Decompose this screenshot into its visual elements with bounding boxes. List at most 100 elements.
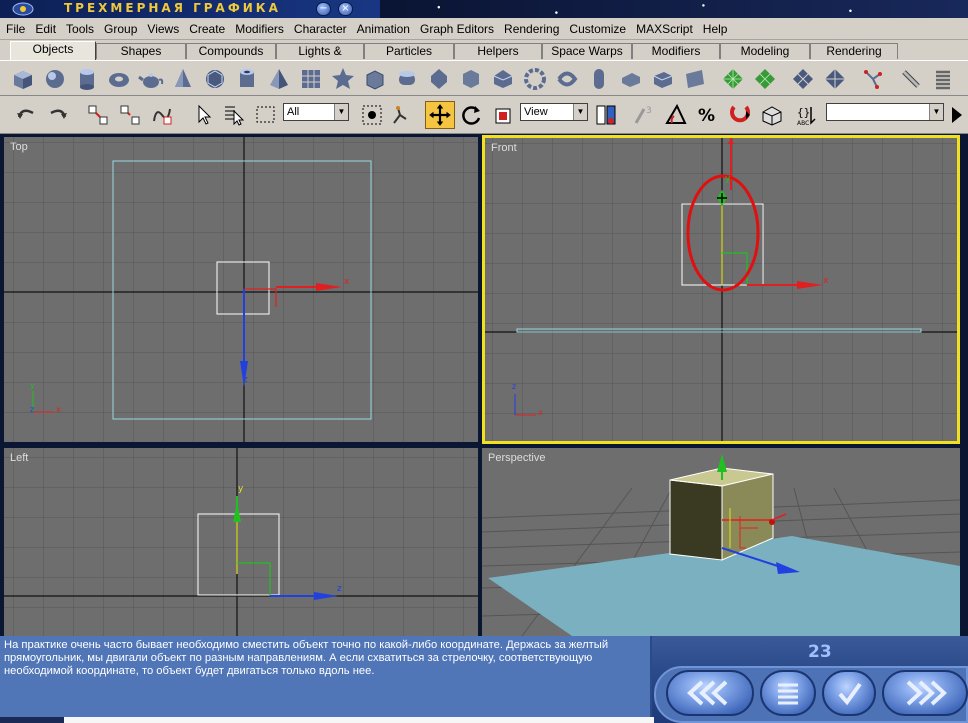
tab-space-warps[interactable]: Space Warps <box>542 43 632 59</box>
patch2-icon[interactable] <box>822 66 848 92</box>
tab-shapes[interactable]: Shapes <box>96 43 186 59</box>
mirror-icon[interactable]: {}ABC <box>796 103 820 127</box>
chevron-down-icon: ▼ <box>573 104 587 120</box>
select-scale-icon[interactable] <box>492 103 516 127</box>
angle-snap-icon[interactable] <box>664 103 688 127</box>
back-button[interactable] <box>666 670 754 716</box>
menu-customize[interactable]: Customize <box>569 22 626 36</box>
tab-modeling[interactable]: Modeling <box>720 43 810 59</box>
cylinder-icon[interactable] <box>74 66 100 92</box>
menu-group[interactable]: Group <box>104 22 137 36</box>
named-sel-icon[interactable] <box>760 103 784 127</box>
grid2-icon[interactable] <box>752 66 778 92</box>
contents-button[interactable] <box>760 670 816 716</box>
bind-icon[interactable] <box>150 103 174 127</box>
tab-rendering[interactable]: Rendering <box>810 43 898 59</box>
geosphere-icon[interactable] <box>202 66 228 92</box>
l-ext-icon[interactable] <box>650 66 676 92</box>
pencil-icon[interactable] <box>898 66 924 92</box>
reference-coord-dropdown[interactable]: View ▼ <box>520 103 588 121</box>
menu-edit[interactable]: Edit <box>35 22 56 36</box>
viewport-front[interactable]: Front x y x z <box>482 135 960 444</box>
viewport-left-canvas <box>4 448 478 636</box>
select-and-move-button[interactable] <box>425 101 455 129</box>
tab-compounds[interactable]: Compounds <box>186 43 276 59</box>
spring-icon[interactable] <box>930 66 956 92</box>
tab-lights-cameras[interactable]: Lights & Cameras <box>276 43 364 72</box>
viewport-label[interactable]: Left <box>10 452 28 464</box>
patch-icon[interactable] <box>790 66 816 92</box>
percent-snap-icon[interactable]: % <box>696 103 720 127</box>
hose-icon[interactable] <box>586 66 612 92</box>
torusknot-icon[interactable] <box>522 66 548 92</box>
torus-icon[interactable] <box>106 66 132 92</box>
menu-rendering[interactable]: Rendering <box>504 22 559 36</box>
snap-icon[interactable]: 3 <box>632 103 656 127</box>
pyramid-icon[interactable] <box>266 66 292 92</box>
move-arrows-icon <box>429 104 451 126</box>
check-button[interactable] <box>822 670 876 716</box>
spinner-snap-icon[interactable] <box>728 103 752 127</box>
select-icon[interactable] <box>192 103 216 127</box>
grid-icon[interactable] <box>720 66 746 92</box>
viewport-top[interactable]: Top x z x y z <box>4 137 478 442</box>
tab-helpers[interactable]: Helpers <box>454 43 542 59</box>
tab-objects[interactable]: Objects <box>10 41 96 60</box>
viewport-label[interactable]: Front <box>491 142 517 154</box>
close-button[interactable]: × <box>338 2 353 16</box>
selection-filter-value: All <box>287 106 300 118</box>
menu-modifiers[interactable]: Modifiers <box>235 22 284 36</box>
capsule-icon[interactable] <box>618 66 644 92</box>
selection-filter-dropdown[interactable]: All ▼ <box>283 103 349 121</box>
undo-icon[interactable] <box>14 103 38 127</box>
viewport-label[interactable]: Perspective <box>488 452 545 464</box>
menu-animation[interactable]: Animation <box>357 22 410 36</box>
menu-create[interactable]: Create <box>189 22 225 36</box>
menu-views[interactable]: Views <box>147 22 179 36</box>
viewport-label[interactable]: Top <box>10 141 28 153</box>
spindle-icon[interactable] <box>426 66 452 92</box>
viewport-front-canvas <box>485 138 957 441</box>
chamferbox-icon[interactable] <box>362 66 388 92</box>
tube-icon[interactable] <box>234 66 260 92</box>
teapot-icon[interactable] <box>138 66 164 92</box>
forward-button[interactable] <box>882 670 968 716</box>
select-by-name-icon[interactable] <box>222 103 246 127</box>
c-ext-icon[interactable] <box>682 66 708 92</box>
sphere-icon[interactable] <box>42 66 68 92</box>
redo-icon[interactable] <box>46 103 70 127</box>
select-move-icon[interactable] <box>360 103 384 127</box>
menu-help[interactable]: Help <box>703 22 728 36</box>
viewport-perspective[interactable]: Perspective <box>482 448 960 636</box>
oiltank-icon[interactable] <box>394 66 420 92</box>
viewport-left[interactable]: Left y z <box>4 448 478 636</box>
bones-icon[interactable] <box>860 66 886 92</box>
ringwave-icon[interactable] <box>554 66 580 92</box>
align-icon[interactable] <box>948 103 968 127</box>
menu-file[interactable]: File <box>6 22 25 36</box>
rect-region-icon[interactable] <box>254 103 278 127</box>
unlink-icon[interactable] <box>118 103 142 127</box>
axis-y-label: y <box>725 174 731 184</box>
tab-particles[interactable]: Particles <box>364 43 454 59</box>
cone-icon[interactable] <box>170 66 196 92</box>
tab-modifiers[interactable]: Modifiers <box>632 43 720 59</box>
chevron-down-icon: ▼ <box>334 104 348 120</box>
gengon-icon[interactable] <box>458 66 484 92</box>
menu-maxscript[interactable]: MAXScript <box>636 22 693 36</box>
menu-bar: File Edit Tools Group Views Create Modif… <box>0 18 968 40</box>
menu-graph-editors[interactable]: Graph Editors <box>420 22 494 36</box>
minimize-button[interactable]: − <box>316 2 331 16</box>
menu-tools[interactable]: Tools <box>66 22 94 36</box>
hedra-icon[interactable] <box>330 66 356 92</box>
axis-z-label: z <box>337 584 342 594</box>
box-icon[interactable] <box>10 66 36 92</box>
named-selection-dropdown[interactable]: ▼ <box>826 103 944 121</box>
select-rotate-icon[interactable] <box>460 103 484 127</box>
pivot-icon[interactable] <box>594 103 618 127</box>
menu-character[interactable]: Character <box>294 22 347 36</box>
plane-icon[interactable] <box>298 66 324 92</box>
prism-icon[interactable] <box>490 66 516 92</box>
link-icon[interactable] <box>86 103 110 127</box>
manipulate-icon[interactable] <box>388 103 412 127</box>
